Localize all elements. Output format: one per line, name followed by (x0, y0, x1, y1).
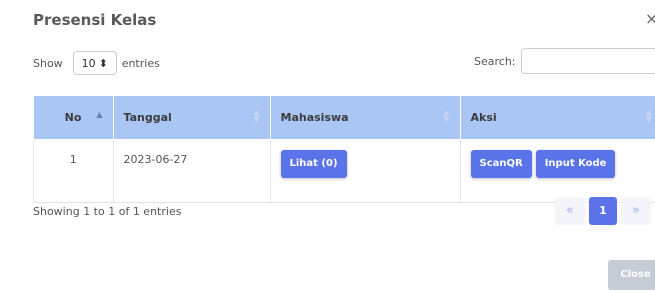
sort-both-icon: ▲ ▼ (253, 108, 260, 124)
cell-mahasiswa: Lihat (0) (270, 139, 461, 203)
column-header-mahasiswa[interactable]: Mahasiswa ▲ ▼ (270, 96, 461, 139)
sort-both-icon: ▲ ▼ (645, 108, 652, 124)
pagination: « 1 » (555, 197, 651, 225)
scan-qr-button[interactable]: ScanQR (470, 150, 532, 178)
close-button[interactable]: Close (608, 260, 655, 290)
entries-per-page-value: 10 (81, 56, 96, 70)
table-info: Showing 1 to 1 of 1 entries (33, 205, 182, 218)
column-header-label: No (64, 111, 82, 124)
length-suffix-label: entries (121, 56, 160, 70)
search-area: Search: (474, 48, 655, 74)
table-header-row: No ▲ Tanggal ▲ ▼ Mahasiswa ▲ ▼ Aksi ▲ ▼ (33, 96, 655, 139)
presensi-table: No ▲ Tanggal ▲ ▼ Mahasiswa ▲ ▼ Aksi ▲ ▼ 1 2… (33, 96, 655, 203)
column-header-tanggal[interactable]: Tanggal ▲ ▼ (113, 96, 271, 139)
column-header-label: Tanggal (123, 111, 172, 124)
select-arrows-icon: ⬍ (98, 56, 108, 70)
length-menu: Show 10 ⬍ entries (33, 51, 160, 75)
length-prefix-label: Show (33, 56, 63, 70)
next-page-button[interactable]: » (621, 197, 651, 225)
lihat-mahasiswa-button[interactable]: Lihat (0) (280, 150, 347, 178)
column-header-label: Aksi (470, 111, 497, 124)
column-header-no[interactable]: No ▲ (33, 96, 114, 139)
previous-page-button[interactable]: « (555, 197, 585, 225)
input-kode-button[interactable]: Input Kode (535, 150, 616, 178)
entries-per-page-select[interactable]: 10 ⬍ (72, 51, 117, 75)
column-header-label: Mahasiswa (280, 111, 349, 124)
cell-no: 1 (33, 139, 114, 203)
close-icon[interactable]: × (645, 9, 655, 28)
column-header-aksi[interactable]: Aksi ▲ ▼ (460, 96, 655, 139)
cell-tanggal: 2023-06-27 (113, 139, 271, 203)
search-input[interactable] (520, 48, 655, 74)
table-row: 1 2023-06-27 Lihat (0) ScanQR Input Kode (33, 139, 655, 203)
page-button-1[interactable]: 1 (589, 197, 617, 225)
cell-aksi: ScanQR Input Kode (460, 139, 655, 203)
sort-both-icon: ▲ ▼ (443, 108, 450, 124)
search-label: Search: (474, 54, 516, 68)
modal-title: Presensi Kelas (33, 11, 157, 29)
sort-ascending-icon: ▲ (96, 110, 103, 119)
